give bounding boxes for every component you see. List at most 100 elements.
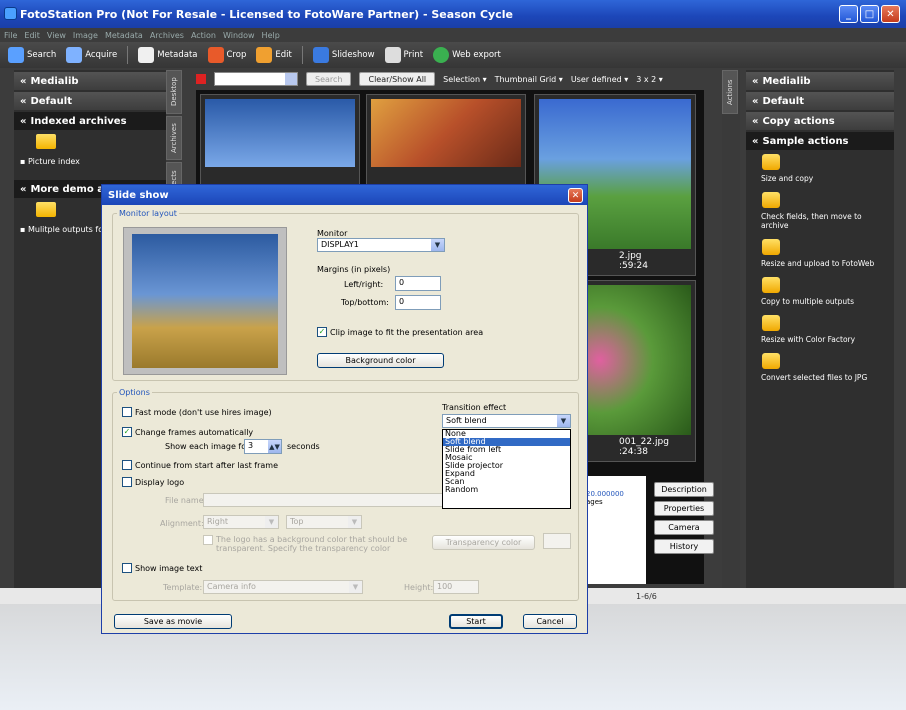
selection-menu[interactable]: Selection ▾ — [443, 75, 486, 84]
dialog-close-button[interactable]: ✕ — [568, 188, 583, 203]
thumbnail[interactable] — [366, 94, 526, 194]
action-label: Copy to multiple outputs — [761, 297, 854, 306]
height-input[interactable]: 100 — [433, 580, 479, 594]
background-color-button[interactable]: Background color — [317, 353, 444, 368]
acquire-tool-button[interactable]: Acquire — [66, 47, 117, 63]
transparency-color-swatch[interactable] — [543, 533, 571, 549]
tab-desktop[interactable]: Desktop — [166, 70, 182, 114]
display-logo-checkbox[interactable] — [122, 477, 132, 487]
grid-size-menu[interactable]: 3 x 2 ▾ — [636, 75, 663, 84]
margins-label: Margins (in pixels) — [317, 265, 391, 274]
action-item[interactable]: Resize with Color Factory — [746, 315, 894, 349]
action-item[interactable]: Check fields, then move to archive — [746, 192, 894, 235]
edit-tool-button[interactable]: Edit — [256, 47, 292, 63]
continue-checkbox[interactable] — [122, 460, 132, 470]
monitor-label: Monitor — [317, 229, 348, 238]
tab-actions[interactable]: Actions — [722, 70, 738, 114]
cancel-button[interactable]: Cancel — [523, 614, 577, 629]
menu-help[interactable]: Help — [262, 31, 280, 40]
thumbnail-image — [205, 99, 355, 167]
action-item[interactable]: Copy to multiple outputs — [746, 277, 894, 311]
properties-button[interactable]: Properties — [654, 501, 714, 516]
info-text: ages — [586, 498, 603, 506]
menu-action[interactable]: Action — [191, 31, 216, 40]
transparency-color-button[interactable]: Transparency color — [432, 535, 535, 550]
folder-icon[interactable] — [36, 134, 56, 149]
indexed-archives-header[interactable]: « Indexed archives — [14, 112, 166, 130]
crop-tool-button[interactable]: Crop — [207, 47, 246, 63]
default-header[interactable]: « Default — [14, 92, 166, 110]
start-button[interactable]: Start — [449, 614, 503, 629]
metadata-tool-button[interactable]: Metadata — [138, 47, 198, 63]
stepper-arrows-icon[interactable]: ▲▼ — [268, 440, 281, 453]
chevron-down-icon: ▼ — [349, 581, 362, 593]
change-frames-checkbox[interactable]: ✓ — [122, 427, 132, 437]
medialib-header[interactable]: « Medialib — [14, 72, 166, 90]
align-vertical-select[interactable]: Top ▼ — [286, 515, 362, 529]
dialog-title-bar: Slide show ✕ — [102, 185, 587, 205]
medialib-header-right[interactable]: « Medialib — [746, 72, 894, 90]
web-export-tool-label: Web export — [452, 50, 501, 60]
action-item[interactable]: Resize and upload to FotoWeb — [746, 239, 894, 273]
toolbar: Search Acquire Metadata Crop Edit Slides… — [0, 42, 906, 68]
template-select[interactable]: Camera info ▼ — [203, 580, 363, 594]
close-button[interactable]: ✕ — [881, 5, 900, 23]
sample-actions-header[interactable]: « Sample actions — [746, 132, 894, 150]
thumbnail[interactable] — [200, 94, 360, 194]
slideshow-tool-button[interactable]: Slideshow — [312, 47, 375, 63]
menu-window[interactable]: Window — [223, 31, 255, 40]
maximize-button[interactable]: □ — [860, 5, 879, 23]
options-legend: Options — [119, 388, 150, 397]
copy-actions-header[interactable]: « Copy actions — [746, 112, 894, 130]
seconds-stepper[interactable]: 3 ▲▼ — [244, 439, 282, 454]
print-tool-button[interactable]: Print — [384, 47, 423, 63]
menu-file[interactable]: File — [4, 31, 17, 40]
align-horizontal-value: Right — [207, 517, 229, 526]
thumbnail-grid-menu[interactable]: Thumbnail Grid ▾ — [495, 75, 563, 84]
menu-view[interactable]: View — [47, 31, 66, 40]
template-label: Template: — [163, 583, 203, 592]
clip-image-checkbox[interactable]: ✓ — [317, 327, 327, 337]
medialib-label: Medialib — [30, 75, 79, 87]
monitor-select[interactable]: DISPLAY1 ▼ — [317, 238, 445, 252]
action-label: Resize and upload to FotoWeb — [761, 259, 875, 268]
search-tool-button[interactable]: Search — [8, 47, 56, 63]
tab-archives[interactable]: Archives — [166, 116, 182, 160]
folder-icon[interactable] — [36, 202, 56, 217]
top-bottom-input[interactable]: 0 — [395, 295, 441, 310]
clear-show-all-button[interactable]: Clear/Show All — [359, 72, 436, 86]
slideshow-tool-label: Slideshow — [331, 50, 375, 60]
file-name-input[interactable] — [203, 493, 443, 507]
default-header-right[interactable]: « Default — [746, 92, 894, 110]
edit-tool-label: Edit — [275, 50, 292, 60]
action-item[interactable]: Size and copy — [746, 154, 894, 188]
window-title: FotoStation Pro (Not For Resale - Licens… — [20, 7, 513, 21]
logo-background-checkbox[interactable] — [203, 535, 213, 545]
align-horizontal-select[interactable]: Right ▼ — [203, 515, 279, 529]
menu-edit[interactable]: Edit — [24, 31, 40, 40]
web-export-tool-button[interactable]: Web export — [433, 47, 501, 63]
left-right-input[interactable]: 0 — [395, 276, 441, 291]
history-button[interactable]: History — [654, 539, 714, 554]
minimize-button[interactable]: _ — [839, 5, 858, 23]
camera-button[interactable]: Camera — [654, 520, 714, 535]
show-image-text-checkbox[interactable] — [122, 563, 132, 573]
filter-combo[interactable] — [214, 72, 298, 86]
save-as-movie-button[interactable]: Save as movie — [114, 614, 232, 629]
template-value: Camera info — [207, 582, 256, 591]
action-item[interactable]: Convert selected files to JPG — [746, 353, 894, 387]
menu-metadata[interactable]: Metadata — [105, 31, 143, 40]
transition-dropdown-list: None Soft blend Slide from left Mosaic S… — [442, 429, 571, 509]
picture-index-item[interactable]: ▪ Picture index — [14, 153, 166, 170]
transition-option[interactable]: Random — [443, 486, 570, 494]
search-filter-button[interactable]: Search — [306, 72, 352, 86]
monitor-layout-legend: Monitor layout — [119, 209, 177, 218]
transition-select[interactable]: Soft blend ▼ — [442, 414, 571, 428]
fast-mode-checkbox[interactable] — [122, 407, 132, 417]
user-defined-menu[interactable]: User defined ▾ — [571, 75, 628, 84]
flag-icon[interactable] — [196, 74, 206, 84]
menu-archives[interactable]: Archives — [150, 31, 184, 40]
menu-image[interactable]: Image — [73, 31, 98, 40]
description-button[interactable]: Description — [654, 482, 714, 497]
acquire-icon — [66, 47, 83, 63]
